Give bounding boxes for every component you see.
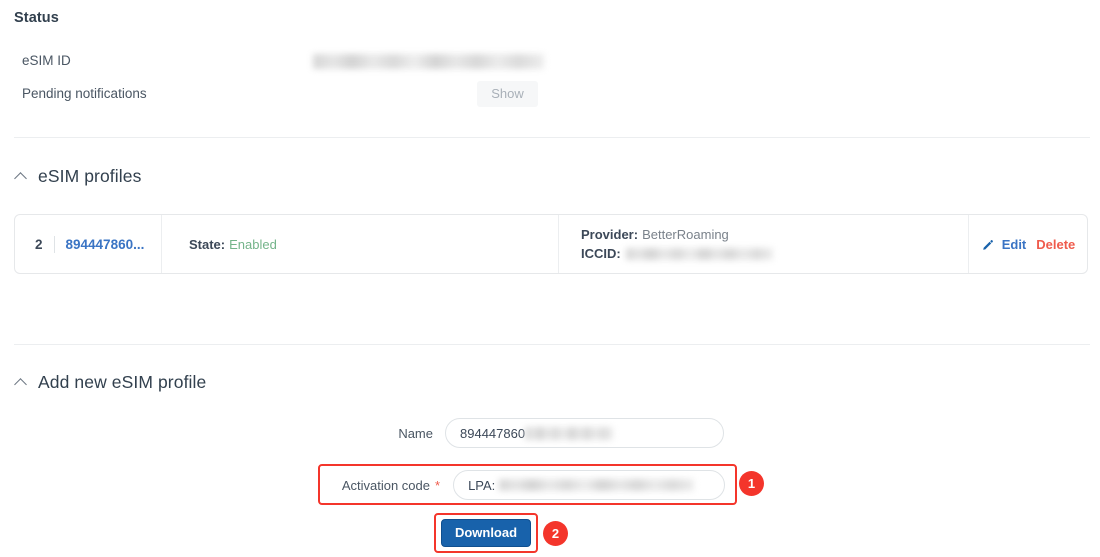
pencil-icon xyxy=(981,239,994,252)
profile-index: 2 xyxy=(35,236,43,252)
table-row: 2 894447860... State: Enabled Provider: … xyxy=(14,214,1088,274)
activation-code-value-redacted xyxy=(499,479,695,491)
download-button[interactable]: Download xyxy=(441,519,531,547)
chevron-up-icon xyxy=(14,375,29,390)
activation-code-field-row: Activation code * LPA: xyxy=(330,470,726,500)
name-field-row: Name 894447860 xyxy=(391,418,724,448)
name-value-redacted xyxy=(525,426,614,440)
profile-state-cell: State: Enabled xyxy=(162,215,559,273)
edit-profile-button[interactable]: Edit xyxy=(1002,237,1027,252)
name-label: Name xyxy=(398,425,433,441)
iccid-value-redacted xyxy=(625,247,773,260)
section-divider xyxy=(14,344,1090,345)
section-divider xyxy=(14,137,1090,138)
profile-actions-cell: Edit Delete xyxy=(969,215,1087,273)
esim-profiles-section-header[interactable]: eSIM profiles xyxy=(14,166,141,187)
provider-value: BetterRoaming xyxy=(642,227,729,242)
profile-identity-cell: 2 894447860... xyxy=(15,215,162,273)
iccid-line: ICCID: xyxy=(581,246,773,261)
add-new-esim-profile-section-header[interactable]: Add new eSIM profile xyxy=(14,372,206,393)
provider-line: Provider: BetterRoaming xyxy=(581,227,729,242)
esim-id-value-redacted xyxy=(313,54,544,69)
status-section-title: Status xyxy=(14,10,59,26)
annotation-badge-1: 1 xyxy=(739,471,764,496)
provider-key: Provider: xyxy=(581,227,639,242)
state-value: Enabled xyxy=(229,236,277,252)
activation-code-input[interactable]: LPA: xyxy=(453,470,726,500)
esim-id-label: eSIM ID xyxy=(22,53,71,68)
required-marker: * xyxy=(435,477,441,493)
delete-profile-button[interactable]: Delete xyxy=(1036,237,1075,252)
chevron-up-icon xyxy=(14,169,29,184)
iccid-key: ICCID: xyxy=(581,246,621,261)
activation-code-input-value: LPA: xyxy=(468,477,496,493)
pending-notifications-label: Pending notifications xyxy=(22,86,147,101)
annotation-badge-2: 2 xyxy=(543,521,568,546)
profile-provider-cell: Provider: BetterRoaming ICCID: xyxy=(559,215,969,273)
state-key: State: xyxy=(189,236,226,252)
esim-profiles-title: eSIM profiles xyxy=(38,166,142,186)
name-input-value: 894447860 xyxy=(460,425,526,441)
add-new-esim-profile-title: Add new eSIM profile xyxy=(38,372,207,392)
profile-name-link[interactable]: 894447860... xyxy=(55,237,145,252)
name-input[interactable]: 894447860 xyxy=(445,418,724,448)
show-pending-notifications-button[interactable]: Show xyxy=(477,81,538,107)
activation-code-label: Activation code xyxy=(341,477,430,493)
